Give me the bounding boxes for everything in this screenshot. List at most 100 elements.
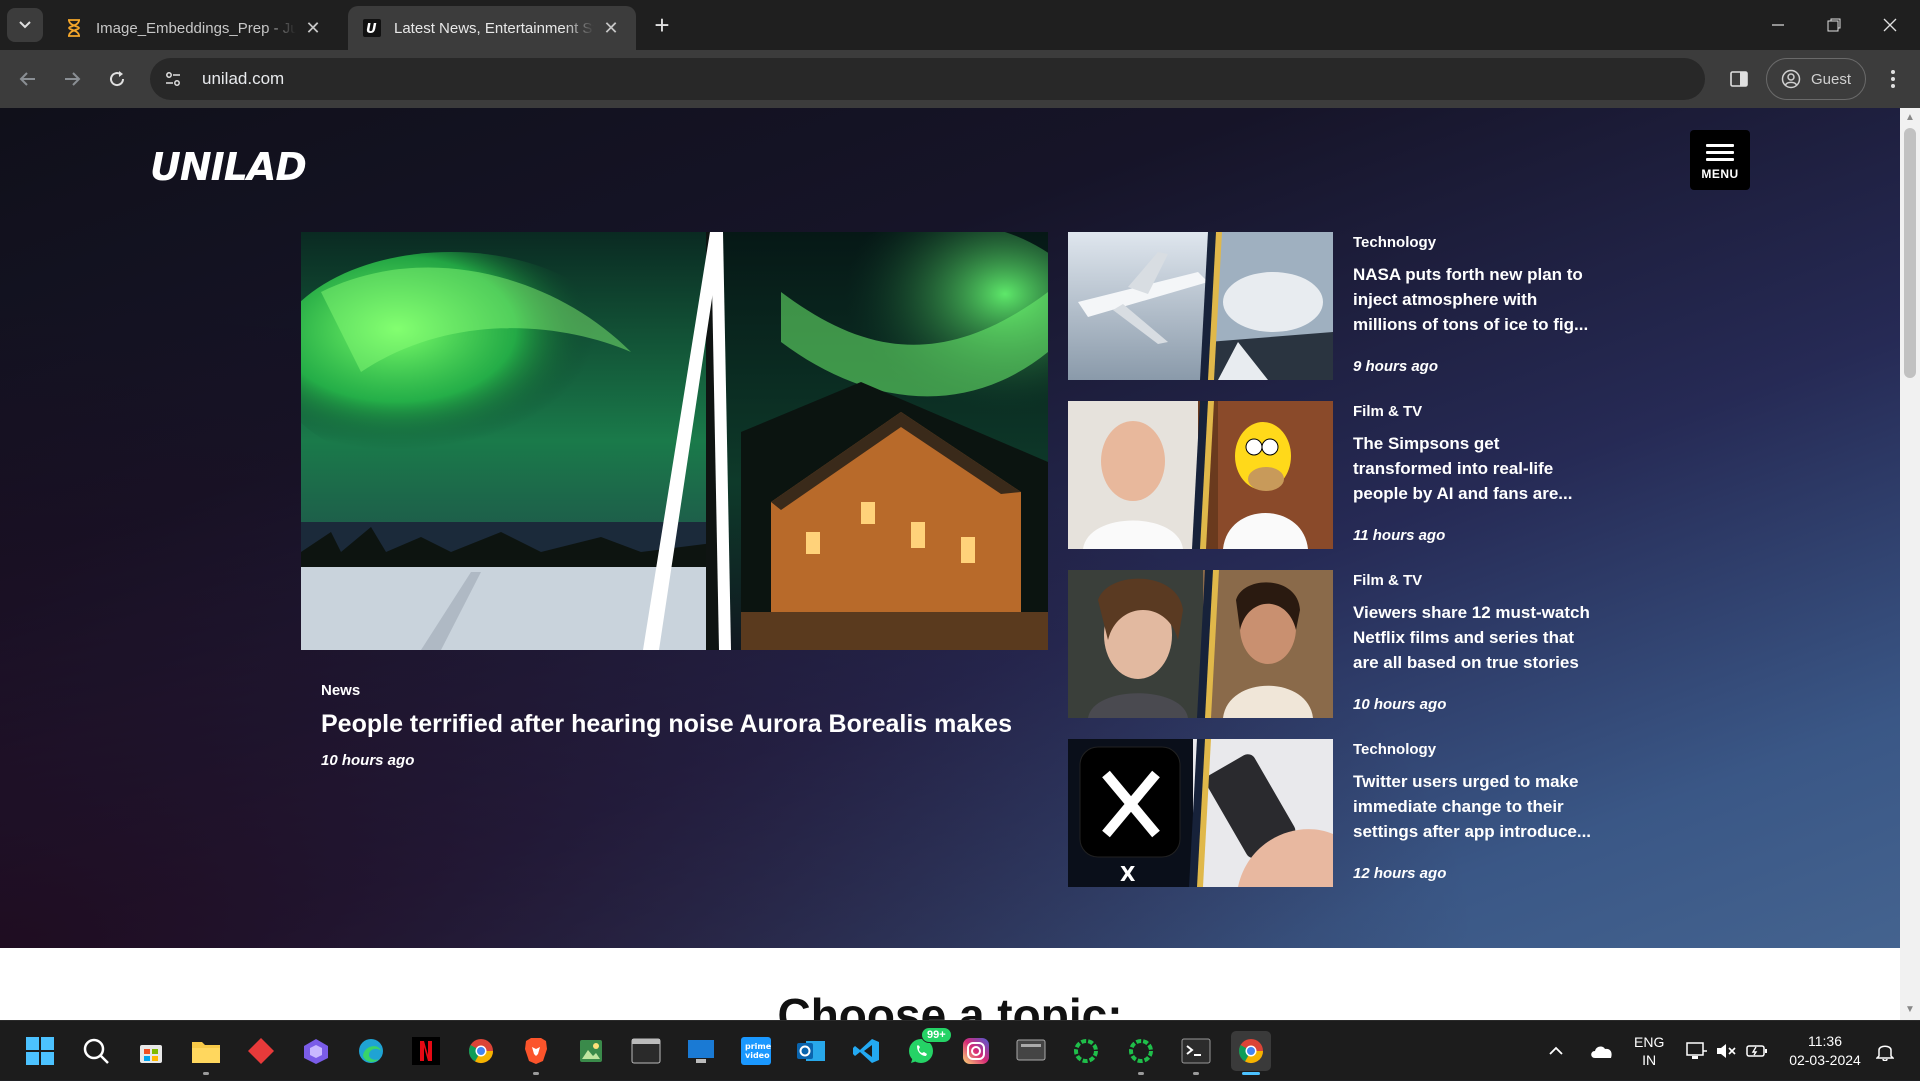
restore-button[interactable] <box>1806 0 1862 50</box>
onedrive-tray-icon[interactable] <box>1590 1021 1614 1081</box>
story-thumbnail[interactable]: X <box>1068 739 1333 887</box>
menu-button[interactable]: MENU <box>1690 130 1750 190</box>
main-story[interactable]: News People terrified after hearing nois… <box>301 232 1048 769</box>
forward-button[interactable] <box>55 62 89 96</box>
folder-icon <box>192 1042 220 1063</box>
story-thumbnail[interactable] <box>1068 232 1333 380</box>
story-title[interactable]: Twitter users urged to make immediate ch… <box>1353 769 1598 844</box>
volume-tray-icon[interactable] <box>1716 1021 1738 1081</box>
main-story-category[interactable]: News <box>321 682 360 699</box>
prime-video-app[interactable]: prime video <box>736 1031 776 1071</box>
close-icon <box>1883 18 1897 32</box>
clock-date: 02-03-2024 <box>1789 1052 1861 1068</box>
story-thumbnail[interactable] <box>1068 401 1333 549</box>
story-time: 12 hours ago <box>1353 865 1447 882</box>
story-time: 9 hours ago <box>1353 358 1439 375</box>
reload-icon <box>110 71 125 87</box>
close-icon[interactable]: ✕ <box>600 17 622 39</box>
main-story-title[interactable]: People terrified after hearing noise Aur… <box>321 707 1051 741</box>
start-button[interactable] <box>20 1031 60 1071</box>
ring-icon <box>1074 1039 1098 1063</box>
desktop-app[interactable] <box>681 1031 721 1071</box>
browser-menu-button[interactable] <box>1880 64 1906 94</box>
brave-lion-icon <box>525 1038 547 1064</box>
close-window-button[interactable] <box>1862 0 1918 50</box>
side-story-simpsons[interactable]: Film & TV The Simpsons get transformed i… <box>1068 401 1608 551</box>
side-story-nasa[interactable]: Technology NASA puts forth new plan to i… <box>1068 232 1608 382</box>
arrow-left-icon <box>19 72 35 86</box>
arrow-right-icon <box>65 72 81 86</box>
monitor-icon <box>688 1040 714 1063</box>
story-title[interactable]: NASA puts forth new plan to inject atmos… <box>1353 262 1598 337</box>
clock-time: 11:36 <box>1808 1033 1842 1049</box>
story-category[interactable]: Technology <box>1353 234 1436 251</box>
file-explorer-app[interactable] <box>186 1031 226 1075</box>
copilot-app[interactable] <box>296 1031 336 1071</box>
main-story-image[interactable] <box>301 232 1048 650</box>
windows-taskbar: prime video 99+ ENG IN 11:36 02-03-2024 <box>0 1020 1920 1080</box>
brave-app[interactable] <box>516 1031 556 1075</box>
new-tab-button[interactable]: + <box>648 12 676 40</box>
vscode-app[interactable] <box>846 1031 886 1071</box>
site-settings-icon[interactable] <box>158 64 188 94</box>
vscode-icon <box>853 1039 879 1063</box>
search-button[interactable] <box>76 1031 116 1071</box>
side-panel-button[interactable] <box>1724 64 1754 94</box>
copilot-icon <box>304 1039 328 1064</box>
battery-tray-icon[interactable] <box>1746 1021 1768 1081</box>
tab-unilad[interactable]: U Latest News, Entertainment Stories ✕ <box>348 6 636 50</box>
page-scrollbar[interactable]: ▲ ▼ <box>1900 108 1920 1020</box>
story-time: 11 hours ago <box>1353 527 1446 544</box>
chevron-up-icon <box>1549 1046 1563 1055</box>
menu-label: MENU <box>1701 166 1739 181</box>
chevron-down-icon <box>19 21 31 29</box>
tab-search-button[interactable] <box>7 8 43 42</box>
profile-button[interactable]: Guest <box>1766 58 1866 100</box>
story-category[interactable]: Technology <box>1353 741 1436 758</box>
outlook-app[interactable] <box>791 1031 831 1071</box>
back-button[interactable] <box>11 62 45 96</box>
tab-jupyter[interactable]: Image_Embeddings_Prep - Jupyter ✕ <box>50 6 338 50</box>
reload-button[interactable] <box>100 62 134 96</box>
loader-app-2[interactable] <box>1121 1031 1161 1075</box>
story-category[interactable]: Film & TV <box>1353 572 1422 589</box>
minimize-button[interactable] <box>1750 0 1806 50</box>
terminal-window-app[interactable] <box>626 1031 666 1071</box>
whatsapp-app[interactable]: 99+ <box>901 1027 952 1071</box>
red-app[interactable] <box>241 1031 281 1071</box>
image-viewer-app[interactable] <box>571 1031 611 1071</box>
language-indicator[interactable]: ENG IN <box>1634 1021 1664 1081</box>
address-bar[interactable]: unilad.com <box>150 58 1705 100</box>
terminal-icon <box>1181 1038 1211 1064</box>
edge-app[interactable] <box>351 1031 391 1071</box>
ring-icon <box>1129 1039 1153 1063</box>
instagram-app[interactable] <box>956 1031 996 1071</box>
notifications-button[interactable] <box>1876 1021 1894 1081</box>
story-title[interactable]: Viewers share 12 must-watch Netflix film… <box>1353 600 1598 675</box>
ms-store-app[interactable] <box>131 1031 171 1071</box>
netflix-icon <box>412 1037 440 1065</box>
scroll-down-icon[interactable]: ▼ <box>1900 1002 1920 1018</box>
scroll-up-icon[interactable]: ▲ <box>1900 110 1920 126</box>
show-hidden-icons-button[interactable] <box>1548 1021 1564 1081</box>
side-story-netflix[interactable]: Film & TV Viewers share 12 must-watch Ne… <box>1068 570 1608 720</box>
scrollbar-thumb[interactable] <box>1904 128 1916 378</box>
svg-text:X: X <box>1120 862 1136 886</box>
network-tray-icon[interactable] <box>1686 1021 1708 1081</box>
loader-app-1[interactable] <box>1066 1031 1106 1071</box>
unilad-logo[interactable]: UNILAD <box>148 140 313 188</box>
screen-icon <box>1016 1039 1046 1061</box>
terminal-app[interactable] <box>1176 1031 1216 1075</box>
story-title[interactable]: The Simpsons get transformed into real-l… <box>1353 431 1598 506</box>
tab-title: Image_Embeddings_Prep - Jupyter <box>96 19 296 37</box>
close-icon[interactable]: ✕ <box>302 17 324 39</box>
side-story-twitter[interactable]: X Technology Twitter users urged to make… <box>1068 739 1608 889</box>
story-thumbnail[interactable] <box>1068 570 1333 718</box>
media-app[interactable] <box>1011 1031 1051 1071</box>
tab-title: Latest News, Entertainment Stories <box>394 19 594 37</box>
chrome-app-active[interactable] <box>1231 1031 1271 1075</box>
story-category[interactable]: Film & TV <box>1353 403 1422 420</box>
chrome-app[interactable] <box>461 1031 501 1071</box>
clock[interactable]: 11:36 02-03-2024 <box>1784 1021 1866 1081</box>
netflix-app[interactable] <box>406 1031 446 1071</box>
